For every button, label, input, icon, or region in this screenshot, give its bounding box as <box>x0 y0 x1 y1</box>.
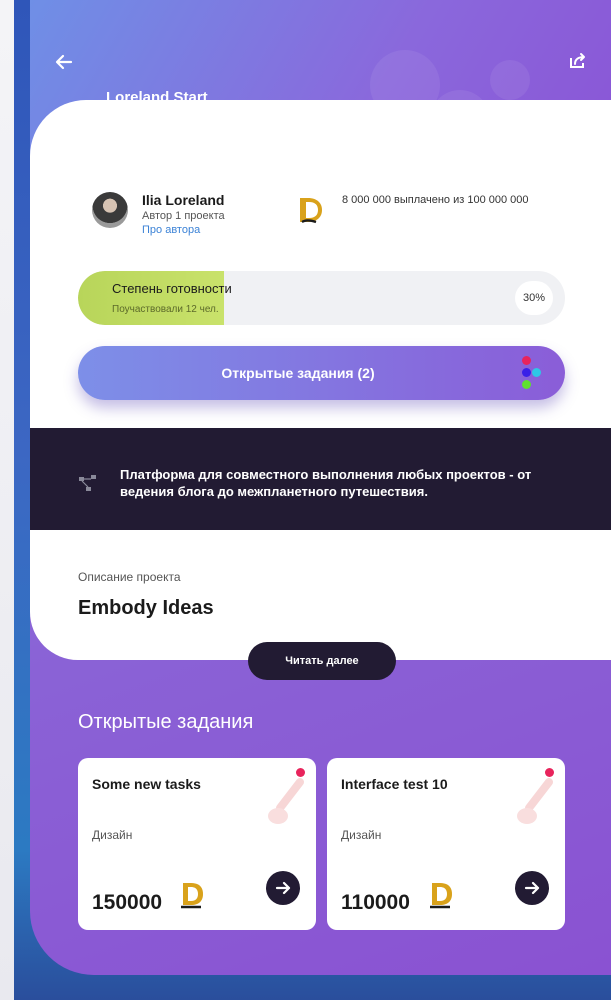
task-card[interactable]: Interface test 10 Дизайн 110000 <box>327 758 565 930</box>
coin-logo-icon <box>430 883 452 909</box>
about-author-link[interactable]: Про автора <box>142 224 200 236</box>
status-dot <box>296 768 305 777</box>
task-category: Дизайн <box>341 828 382 842</box>
open-tasks-button[interactable]: Открытые задания (2) <box>78 346 565 400</box>
arrow-right-icon <box>275 881 291 895</box>
readiness-progress-fill <box>78 271 225 325</box>
arrow-right-icon <box>524 881 540 895</box>
task-price: 150000 <box>92 891 163 914</box>
read-more-button[interactable]: Читать далее <box>248 642 396 680</box>
readiness-progress <box>78 271 565 325</box>
author-avatar[interactable] <box>92 192 128 228</box>
share-button[interactable] <box>565 48 591 74</box>
brush-icon <box>517 778 553 824</box>
readiness-title: Степень готовности <box>112 281 232 296</box>
gear-decoration <box>490 60 530 100</box>
platform-description: Платформа для совместного выполнения люб… <box>120 467 532 499</box>
page-title: Loreland Start <box>106 89 208 106</box>
open-tasks-title: Открытые задания <box>78 711 254 733</box>
project-name: Embody Ideas <box>78 597 214 619</box>
open-tasks-button-label: Открытые задания (2) <box>221 365 375 381</box>
share-icon <box>570 53 585 68</box>
task-category: Дизайн <box>92 828 133 842</box>
task-price: 110000 <box>341 891 410 914</box>
status-dot <box>545 768 554 777</box>
open-task-button[interactable] <box>266 871 300 905</box>
task-title: Interface test 10 <box>341 776 448 792</box>
description-label: Описание проекта <box>78 570 181 584</box>
arrow-left-icon <box>55 54 73 70</box>
task-card[interactable]: Some new tasks Дизайн 150000 <box>78 758 316 930</box>
back-button[interactable] <box>50 48 78 76</box>
coin-logo-icon <box>181 883 203 909</box>
task-title: Some new tasks <box>92 776 201 792</box>
author-name: Ilia Loreland <box>142 192 225 208</box>
brush-icon <box>268 778 304 824</box>
colored-dots-icon <box>521 354 551 392</box>
author-role: Автор 1 проекта <box>142 210 225 222</box>
readiness-percent: 30% <box>515 281 553 315</box>
funding-status: 8 000 000 выплачено из 100 000 000 <box>342 194 529 206</box>
coin-logo-icon <box>300 198 322 224</box>
background-edge <box>0 0 14 1000</box>
participants-count: Поучаствовали 12 чел. <box>112 304 219 315</box>
description-card <box>30 530 611 660</box>
open-task-button[interactable] <box>515 871 549 905</box>
network-icon <box>79 475 96 491</box>
